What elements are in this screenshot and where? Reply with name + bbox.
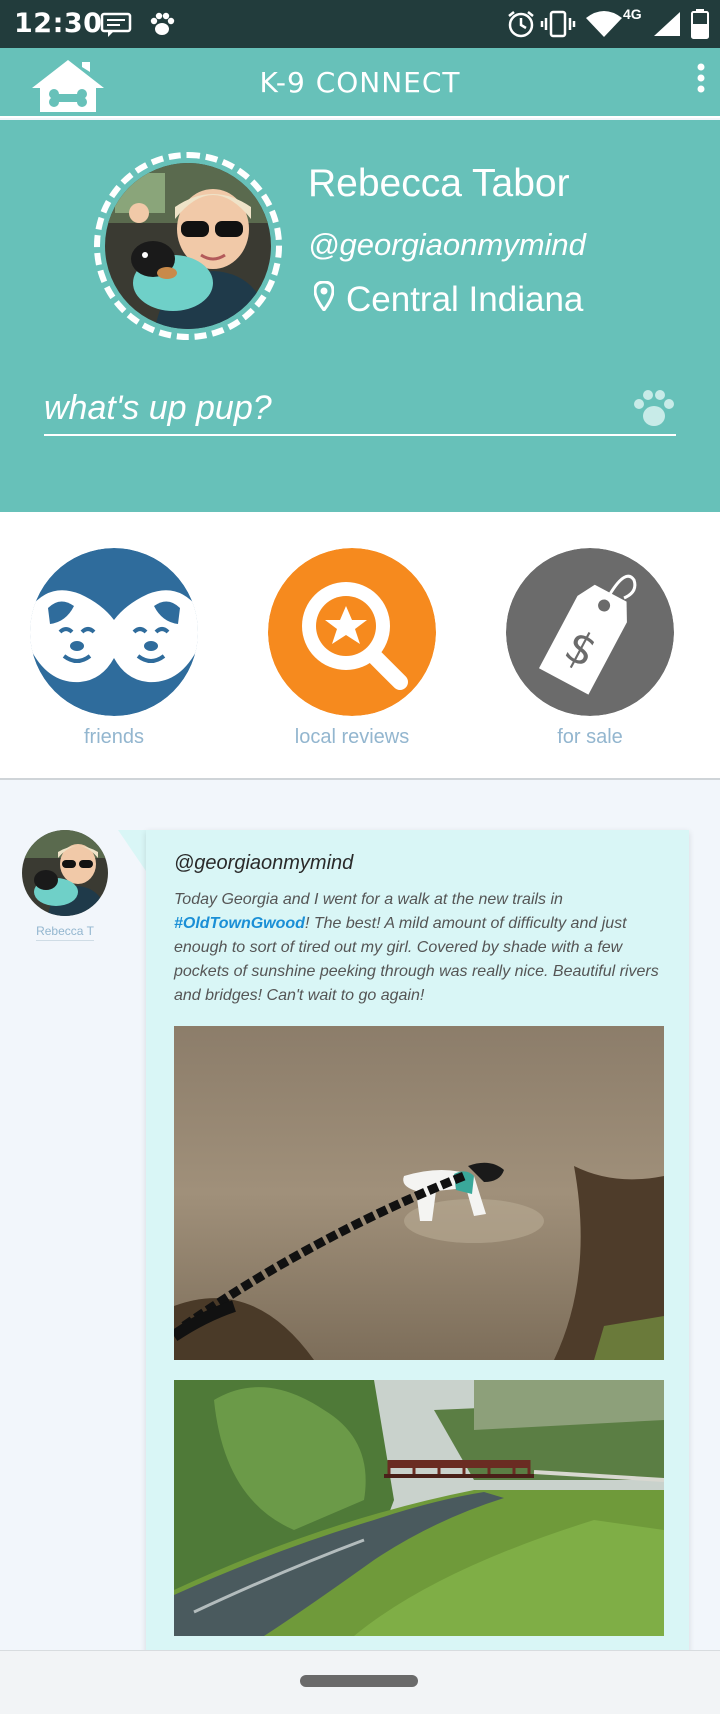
- post-text: Today Georgia and I went for a walk at t…: [174, 888, 666, 1008]
- for-sale-button[interactable]: $ for sale: [500, 548, 680, 749]
- post-author[interactable]: Rebecca T: [22, 830, 108, 941]
- status-bar: 12:30 4G: [0, 0, 720, 48]
- post-text-start: Today Georgia and I went for a walk at t…: [174, 891, 563, 908]
- network-type: 4G: [623, 6, 642, 22]
- local-reviews-icon: [268, 548, 436, 716]
- post-hashtag[interactable]: #OldTownGwood: [174, 915, 305, 932]
- profile-header: Rebecca Tabor @georgiaonmymind Central I…: [0, 120, 720, 512]
- app-bar: K-9 CONNECT: [0, 48, 720, 118]
- paw-post-button[interactable]: [632, 388, 676, 435]
- overflow-menu-icon[interactable]: [696, 62, 706, 101]
- post-photo-river-bridge[interactable]: [174, 1380, 664, 1636]
- app-title: K-9 CONNECT: [259, 66, 461, 99]
- author-name[interactable]: Rebecca T: [36, 924, 94, 941]
- location-pin-icon: [313, 280, 335, 320]
- friends-label: friends: [83, 726, 145, 748]
- profile-photo: [105, 163, 271, 329]
- vibrate-icon: [540, 9, 576, 44]
- status-input-container: [44, 382, 676, 436]
- system-nav-bar: [0, 1650, 720, 1714]
- profile-name: Rebecca Tabor: [308, 162, 570, 205]
- profile-handle: @georgiaonmymind: [308, 227, 586, 262]
- local-reviews-button[interactable]: local reviews: [262, 548, 442, 749]
- post-photo-dog-in-water[interactable]: [174, 1026, 664, 1360]
- friends-button[interactable]: friends: [24, 548, 204, 749]
- friends-icon: [30, 548, 198, 716]
- post-handle[interactable]: @georgiaonmymind: [174, 852, 353, 875]
- profile-avatar[interactable]: [94, 152, 282, 340]
- wifi-icon: [584, 10, 624, 43]
- local-reviews-label: local reviews: [294, 726, 410, 748]
- for-sale-label: for sale: [557, 726, 623, 748]
- battery-icon: [690, 8, 710, 45]
- signal-icon: [652, 10, 682, 43]
- paw-notification-icon: [148, 10, 176, 43]
- message-icon: [100, 12, 132, 43]
- action-menu: friends local reviews $ for sale: [0, 512, 720, 780]
- profile-location: Central Indiana: [313, 280, 584, 320]
- feed: Rebecca T @georgiaonmymind Today Georgia…: [0, 782, 720, 1660]
- author-avatar[interactable]: [22, 830, 108, 916]
- alarm-icon: [506, 9, 536, 44]
- status-time: 12:30: [14, 8, 103, 39]
- home-gesture-handle[interactable]: [300, 1675, 418, 1687]
- location-text: Central Indiana: [346, 280, 584, 319]
- post-card: @georgiaonmymind Today Georgia and I wen…: [146, 830, 689, 1660]
- price-tag-icon: $: [506, 548, 674, 716]
- post-bubble-tail: [118, 830, 148, 874]
- status-input[interactable]: [44, 382, 604, 434]
